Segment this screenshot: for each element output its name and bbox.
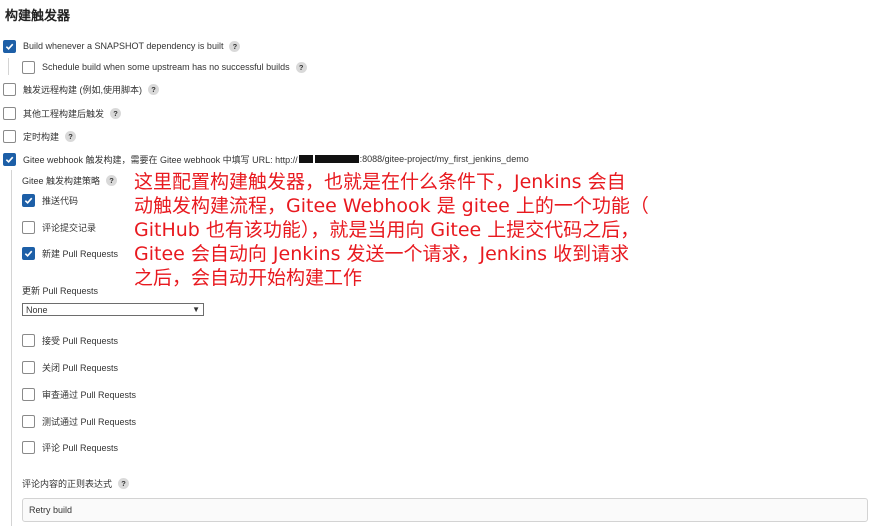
checkbox[interactable]	[3, 39, 16, 53]
pr-action-test-passed[interactable]: 测试通过 Pull Requests	[22, 412, 136, 430]
strategy-label: 评论提交记录	[42, 222, 97, 233]
gitee-strategy-heading: Gitee 触发构建策略 ?	[22, 171, 118, 189]
help-icon[interactable]: ?	[110, 107, 122, 119]
trigger-label: Build whenever a SNAPSHOT dependency is …	[23, 41, 224, 51]
trigger-remote-build[interactable]: 触发远程构建 (例如,使用脚本) ?	[3, 80, 159, 98]
checkbox[interactable]	[22, 60, 35, 74]
checkbox[interactable]	[3, 82, 16, 96]
annotation-line: GitHub 也有该功能），就是当用向 Gitee 上提交代码之后，	[134, 219, 640, 241]
help-icon[interactable]: ?	[229, 40, 241, 52]
strategy-comment-commit[interactable]: 评论提交记录	[22, 218, 96, 236]
strategy-label: Gitee 触发构建策略	[22, 175, 101, 186]
annotation-text: 这里配置构建触发器，也就是在什么条件下，Jenkins 会自 动触发构建流程，G…	[134, 170, 694, 290]
pr-action-accept[interactable]: 接受 Pull Requests	[22, 331, 118, 349]
trigger-gitee-webhook[interactable]: Gitee webhook 触发构建，需要在 Gitee webhook 中填写…	[3, 150, 529, 168]
checkbox[interactable]	[22, 220, 35, 234]
section-title: 构建触发器	[5, 8, 71, 23]
pr-action-comment[interactable]: 评论 Pull Requests	[22, 438, 118, 456]
regex-label: 评论内容的正则表达式	[22, 478, 113, 489]
trigger-label: Schedule build when some upstream has no…	[42, 62, 290, 72]
checkbox[interactable]	[22, 193, 35, 207]
gitee-guide-line	[11, 170, 12, 526]
gitee-label-prefix: Gitee webhook 触发构建，需要在 Gitee webhook 中填写…	[23, 154, 298, 165]
checkbox[interactable]	[22, 333, 35, 347]
nested-guide-line	[8, 58, 9, 75]
help-icon[interactable]: ?	[65, 130, 77, 142]
checkbox[interactable]	[3, 106, 16, 120]
annotation-line: Gitee 会自动向 Jenkins 发送一个请求，Jenkins 收到请求	[134, 243, 630, 265]
annotation-line: 之后，会自动开始构建工作	[134, 267, 363, 289]
checkbox[interactable]	[22, 440, 35, 454]
update-pr-select[interactable]: None ▼	[22, 303, 204, 316]
checkbox[interactable]	[3, 152, 16, 166]
redacted-host	[314, 155, 359, 163]
trigger-label: 触发远程构建 (例如,使用脚本)	[23, 84, 142, 95]
trigger-after-other-projects[interactable]: 其他工程构建后触发 ?	[3, 104, 122, 122]
strategy-push[interactable]: 推送代码	[22, 191, 78, 209]
redacted-host	[298, 155, 313, 163]
pr-action-review-approved[interactable]: 审查通过 Pull Requests	[22, 385, 136, 403]
pr-action-label: 评论 Pull Requests	[42, 442, 119, 453]
trigger-scheduled-build[interactable]: 定时构建 ?	[3, 127, 77, 145]
gitee-label-suffix: :8088/gitee-project/my_first_jenkins_dem…	[359, 154, 529, 164]
strategy-label: 新建 Pull Requests	[42, 248, 119, 259]
annotation-line: 动触发构建流程，Gitee Webhook 是 gitee 上的一个功能（	[134, 195, 649, 217]
pr-action-label: 测试通过 Pull Requests	[42, 416, 137, 427]
checkbox[interactable]	[22, 414, 35, 428]
pr-action-label: 接受 Pull Requests	[42, 335, 119, 346]
checkbox[interactable]	[22, 246, 35, 260]
trigger-label: 其他工程构建后触发	[23, 108, 105, 119]
help-icon[interactable]: ?	[295, 61, 307, 73]
checkbox[interactable]	[22, 360, 35, 374]
help-icon[interactable]: ?	[106, 174, 118, 186]
regex-input[interactable]: Retry build	[22, 498, 868, 522]
help-icon[interactable]: ?	[148, 83, 159, 95]
help-icon[interactable]: ?	[118, 477, 130, 489]
annotation-line: 这里配置构建触发器，也就是在什么条件下，Jenkins 会自	[134, 171, 626, 193]
pr-action-label: 审查通过 Pull Requests	[42, 389, 137, 400]
update-pr-value: None	[26, 304, 48, 315]
pr-action-close[interactable]: 关闭 Pull Requests	[22, 358, 118, 376]
update-pr-label: 更新 Pull Requests	[22, 286, 99, 296]
strategy-label: 推送代码	[42, 195, 79, 206]
regex-value: Retry build	[29, 505, 73, 515]
trigger-label: 定时构建	[23, 131, 60, 142]
checkbox[interactable]	[22, 387, 35, 401]
trigger-schedule-upstream[interactable]: Schedule build when some upstream has no…	[22, 58, 307, 76]
checkbox[interactable]	[3, 129, 16, 143]
strategy-new-pr[interactable]: 新建 Pull Requests	[22, 244, 118, 262]
pr-action-label: 关闭 Pull Requests	[42, 362, 119, 373]
regex-heading: 评论内容的正则表达式 ?	[22, 474, 130, 492]
chevron-down-icon: ▼	[192, 305, 200, 314]
trigger-snapshot-dependency[interactable]: Build whenever a SNAPSHOT dependency is …	[3, 37, 241, 55]
